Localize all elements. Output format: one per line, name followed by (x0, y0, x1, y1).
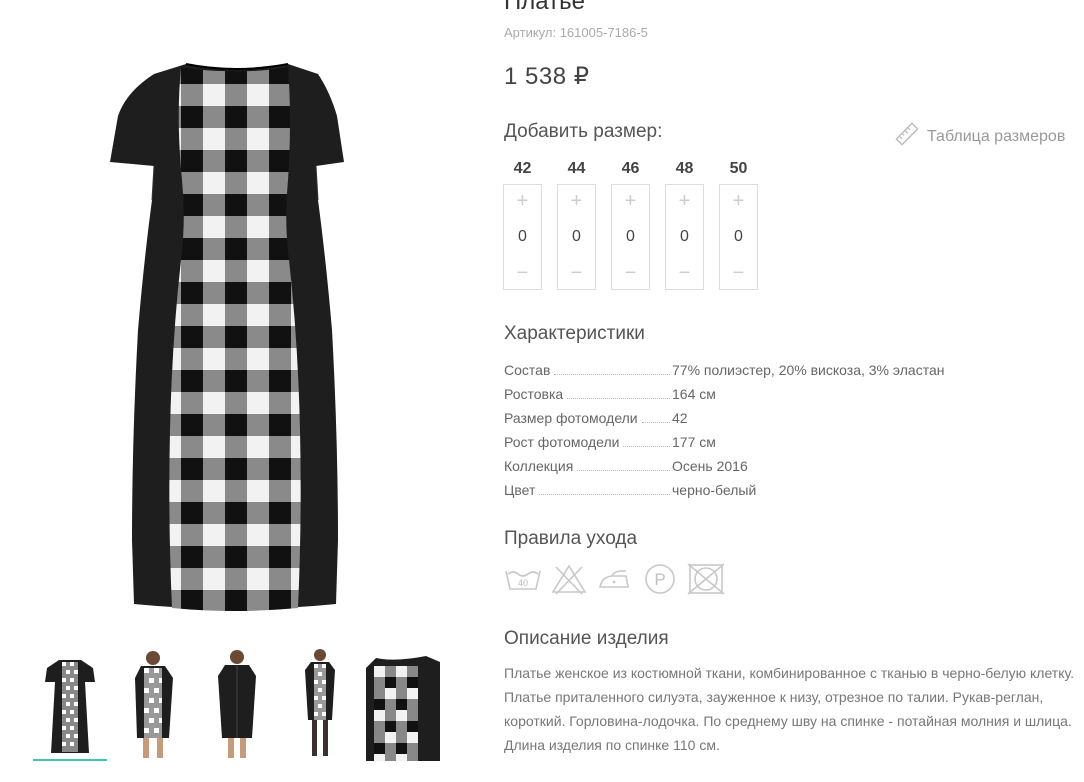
quantity-value[interactable]: 0 (572, 228, 581, 246)
characteristic-key: Коллекция (504, 458, 574, 474)
quantity-stepper: + 0 − (719, 184, 758, 290)
care-icons: 40 P (504, 563, 726, 595)
thumbnail-model-front[interactable] (117, 648, 191, 761)
characteristic-key: Состав (504, 362, 551, 378)
wash-temp-label: 40 (518, 578, 528, 588)
care-heading: Правила ухода (504, 528, 638, 549)
increment-button[interactable]: + (679, 189, 691, 213)
quantity-stepper: + 0 − (665, 184, 704, 290)
characteristic-value: 177 см (672, 434, 716, 450)
size-label: 44 (567, 160, 586, 177)
characteristic-key: Ростовка (504, 386, 564, 402)
description-length: Длина изделия по спинке 110 см. (504, 737, 720, 753)
description-paragraph: Платье женское из костюмной ткани, комби… (504, 665, 1074, 729)
characteristic-value: 164 см (672, 386, 716, 402)
quantity-value[interactable]: 0 (734, 228, 743, 246)
decrement-button[interactable]: − (517, 261, 529, 285)
iron-low-icon (596, 563, 634, 595)
dress-image (110, 63, 344, 611)
increment-button[interactable]: + (571, 189, 583, 213)
ruler-icon (895, 122, 919, 151)
description-text: Платье женское из костюмной ткани, комби… (504, 661, 1079, 757)
size-option-48: 48 + 0 − (665, 158, 704, 290)
product-sku: Артикул: 161005-7186-5 (504, 25, 648, 40)
characteristics-list: Состав 77% полиэстер, 20% вискоза, 3% эл… (504, 356, 974, 500)
characteristic-value: 77% полиэстер, 20% вискоза, 3% эластан (672, 362, 945, 378)
decrement-button[interactable]: − (625, 261, 637, 285)
size-label: 50 (729, 160, 748, 177)
quantity-stepper: + 0 − (557, 184, 596, 290)
characteristic-row: Состав 77% полиэстер, 20% вискоза, 3% эл… (504, 356, 974, 380)
no-tumble-dry-icon (686, 563, 726, 595)
characteristic-row: Размер фотомодели 42 (504, 404, 974, 428)
thumbnail-detail[interactable] (366, 648, 440, 761)
characteristic-row: Ростовка 164 см (504, 380, 974, 404)
characteristic-key: Цвет (504, 482, 536, 498)
size-label: 42 (513, 160, 532, 177)
decrement-button[interactable]: − (571, 261, 583, 285)
thumbnail-front[interactable] (33, 648, 107, 761)
thumbnail-strip (33, 648, 453, 768)
size-option-50: 50 + 0 − (719, 158, 758, 290)
decrement-button[interactable]: − (733, 261, 745, 285)
size-selector: 42 + 0 − 44 + 0 − 46 + 0 − 48 + 0 − 50 +… (503, 158, 758, 290)
quantity-value[interactable]: 0 (518, 228, 527, 246)
thumbnail-back[interactable] (200, 648, 274, 761)
size-option-46: 46 + 0 − (611, 158, 650, 290)
characteristic-key: Размер фотомодели (504, 410, 638, 426)
quantity-value[interactable]: 0 (626, 228, 635, 246)
increment-button[interactable]: + (625, 189, 637, 213)
main-product-photo[interactable] (26, 0, 444, 630)
product-price: 1 538 ₽ (504, 63, 590, 90)
dry-clean-letter: P (654, 570, 665, 589)
decrement-button[interactable]: − (679, 261, 691, 285)
characteristic-value: черно-белый (672, 482, 757, 498)
characteristic-row: Цвет черно-белый (504, 476, 974, 500)
description-heading: Описание изделия (504, 628, 669, 649)
characteristic-row: Коллекция Осень 2016 (504, 452, 974, 476)
characteristic-value: Осень 2016 (672, 458, 748, 474)
quantity-stepper: + 0 − (503, 184, 542, 290)
thumbnail-model-full[interactable] (283, 648, 357, 761)
increment-button[interactable]: + (517, 189, 529, 213)
size-label: 46 (621, 160, 640, 177)
quantity-stepper: + 0 − (611, 184, 650, 290)
characteristic-row: Рост фотомодели 177 см (504, 428, 974, 452)
characteristic-value: 42 (672, 410, 688, 426)
characteristics-heading: Характеристики (504, 323, 645, 344)
product-title: Платье (504, 0, 585, 15)
size-option-44: 44 + 0 − (557, 158, 596, 290)
quantity-value[interactable]: 0 (680, 228, 689, 246)
increment-button[interactable]: + (733, 189, 745, 213)
wash-40-icon: 40 (504, 563, 542, 595)
dry-clean-p-icon: P (642, 563, 678, 595)
size-option-42: 42 + 0 − (503, 158, 542, 290)
characteristic-key: Рост фотомодели (504, 434, 620, 450)
size-label: 48 (675, 160, 694, 177)
size-table-link[interactable]: Таблица размеров (895, 122, 1065, 151)
add-size-heading: Добавить размер: (504, 121, 663, 142)
size-table-label: Таблица размеров (927, 127, 1066, 145)
no-bleach-icon (550, 563, 588, 595)
